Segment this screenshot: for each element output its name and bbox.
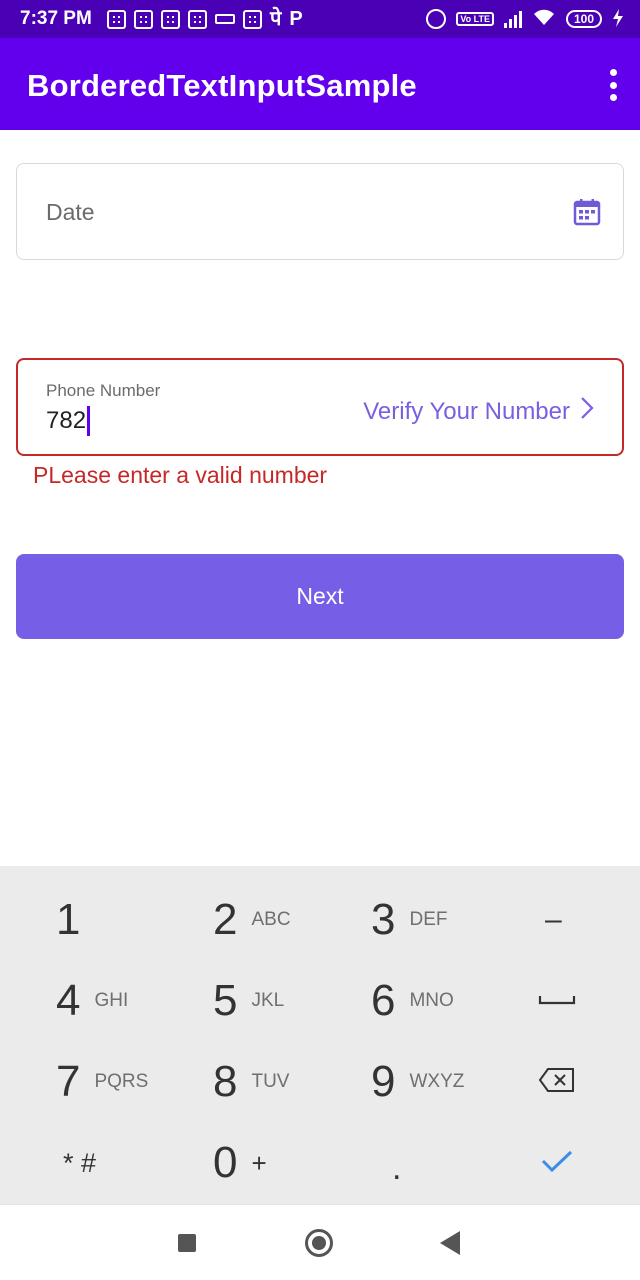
key-1[interactable]: 1 bbox=[56, 880, 80, 960]
paytm-icon: P bbox=[289, 8, 303, 30]
chevron-right-icon bbox=[580, 396, 594, 427]
key-minus[interactable]: – bbox=[545, 880, 562, 960]
key-dot[interactable]: . bbox=[392, 1128, 401, 1208]
notification-app-icon bbox=[243, 9, 262, 29]
backspace-key[interactable] bbox=[538, 1042, 576, 1122]
numeric-keypad: 1 2 ABC 3 DEF – 4 GHI 5 JKL 6 MNO 7 PQRS… bbox=[0, 866, 640, 1204]
space-icon bbox=[538, 992, 576, 1011]
back-icon[interactable] bbox=[440, 1231, 460, 1255]
charging-icon bbox=[612, 8, 624, 30]
phone-number-input[interactable]: 782 bbox=[46, 406, 91, 436]
phone-number-label: Phone Number bbox=[46, 381, 161, 400]
keyboard-icon bbox=[215, 14, 235, 24]
battery-icon: 100 bbox=[566, 10, 602, 28]
system-icons: Vo LTE 100 bbox=[426, 8, 624, 30]
space-key[interactable] bbox=[538, 961, 576, 1041]
status-time: 7:37 PM bbox=[20, 8, 92, 29]
wifi-icon bbox=[532, 8, 556, 30]
notification-app-icon bbox=[134, 9, 153, 29]
check-icon bbox=[541, 1149, 573, 1178]
home-icon[interactable] bbox=[305, 1229, 333, 1257]
notification-app-icon bbox=[161, 9, 180, 29]
key-9[interactable]: 9 WXYZ bbox=[371, 1042, 464, 1122]
key-0[interactable]: 0 + bbox=[213, 1123, 267, 1203]
key-7[interactable]: 7 PQRS bbox=[56, 1042, 148, 1122]
date-field[interactable]: Date bbox=[16, 163, 624, 260]
signal-icon bbox=[504, 10, 522, 28]
phone-number-value: 782 bbox=[46, 407, 87, 434]
text-cursor bbox=[87, 406, 91, 436]
app-title: BorderedTextInputSample bbox=[27, 68, 417, 103]
key-4[interactable]: 4 GHI bbox=[56, 961, 128, 1041]
next-button[interactable]: Next bbox=[16, 554, 624, 639]
verify-number-link[interactable]: Verify Your Number bbox=[363, 396, 594, 427]
backspace-icon bbox=[538, 1067, 576, 1098]
phone-number-field[interactable]: Phone Number 782 Verify Your Number bbox=[16, 358, 624, 456]
alarm-icon bbox=[426, 9, 447, 29]
key-2[interactable]: 2 ABC bbox=[213, 880, 291, 960]
notification-app-icon bbox=[188, 9, 207, 29]
app-bar: BorderedTextInputSample bbox=[0, 38, 640, 130]
key-8[interactable]: 8 TUV bbox=[213, 1042, 289, 1122]
key-star-hash[interactable]: * # bbox=[63, 1123, 96, 1203]
date-placeholder: Date bbox=[46, 199, 95, 225]
volte-icon: Vo LTE bbox=[456, 12, 494, 26]
verify-number-label: Verify Your Number bbox=[363, 397, 570, 425]
status-bar: 7:37 PM पे P Vo LTE 100 bbox=[0, 0, 640, 38]
more-vert-icon[interactable] bbox=[606, 69, 620, 101]
phone-number-error: PLease enter a valid number bbox=[33, 462, 328, 488]
recents-icon[interactable] bbox=[178, 1234, 196, 1252]
key-3[interactable]: 3 DEF bbox=[371, 880, 447, 960]
navigation-bar bbox=[0, 1204, 640, 1280]
key-6[interactable]: 6 MNO bbox=[371, 961, 454, 1041]
phonepe-icon: पे bbox=[270, 8, 282, 30]
done-key[interactable] bbox=[541, 1123, 573, 1203]
notification-icons: पे P bbox=[107, 9, 303, 29]
notification-app-icon bbox=[107, 9, 126, 29]
key-5[interactable]: 5 JKL bbox=[213, 961, 284, 1041]
calendar-icon[interactable] bbox=[573, 198, 601, 231]
